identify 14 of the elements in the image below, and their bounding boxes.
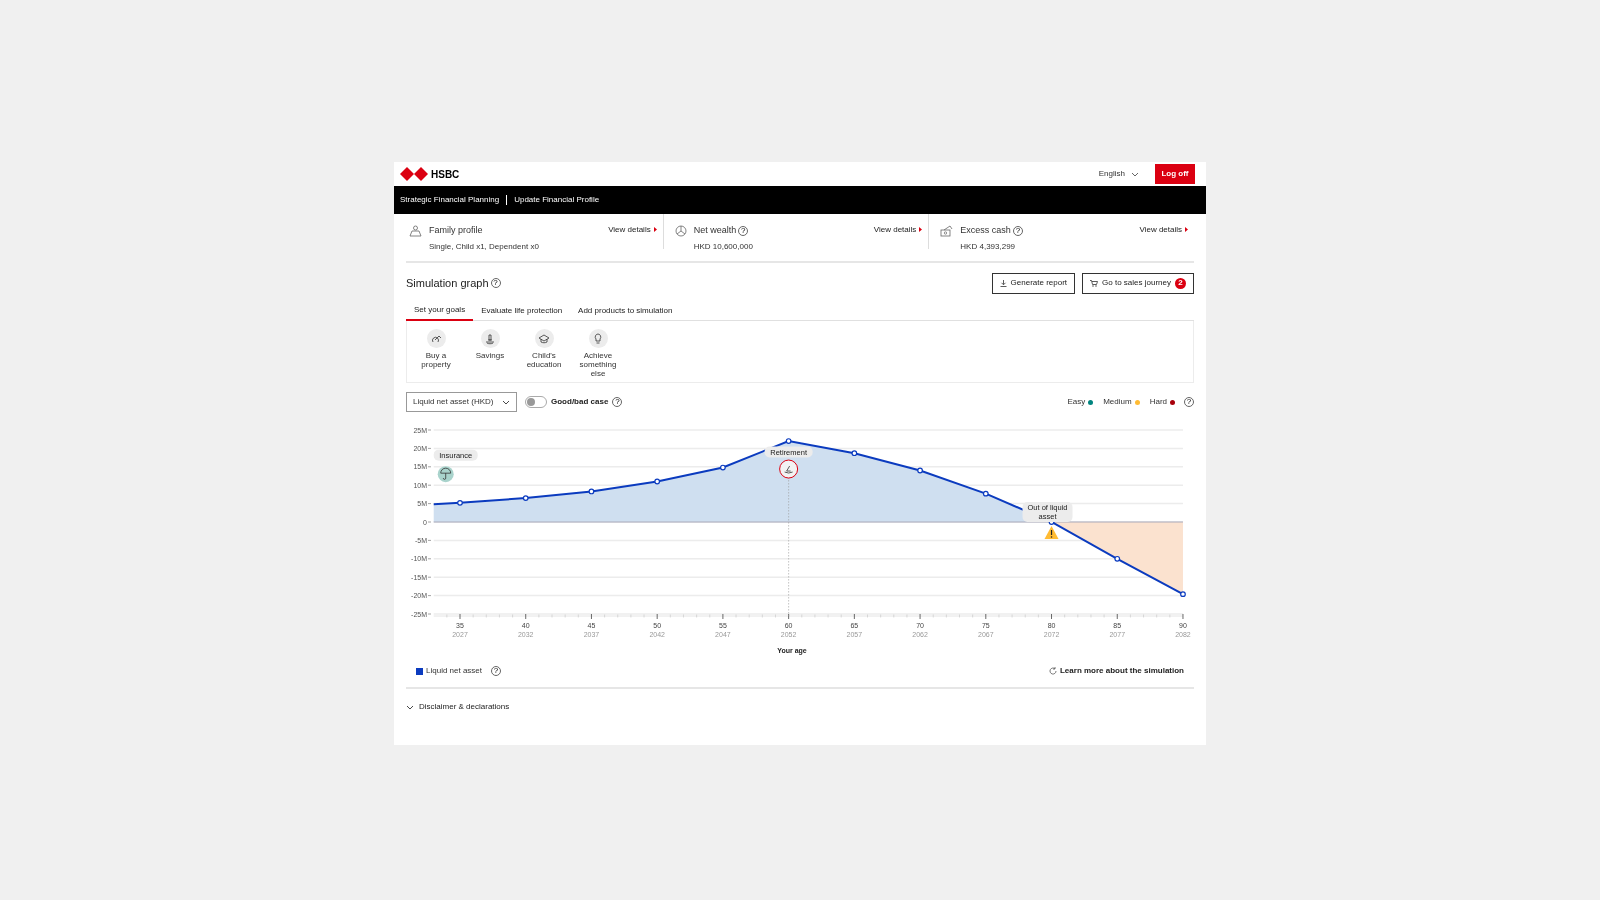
- summary-value: Single, Child x1, Dependent x0: [429, 240, 540, 253]
- summary-title: Family profile: [429, 224, 483, 237]
- brand-name: HSBC: [431, 167, 460, 182]
- difficulty-label: Medium: [1103, 396, 1132, 408]
- summary-value: HKD 10,600,000: [693, 240, 754, 253]
- legend-label: Liquid net asset: [426, 665, 483, 677]
- toggle-label: Good/bad case: [551, 396, 609, 408]
- notification-badge: 2: [1175, 277, 1186, 289]
- summary-value: HKD 4,393,299: [960, 240, 1017, 253]
- section-title: Simulation graph: [406, 275, 489, 291]
- summary-title: Excess cash: [960, 224, 1011, 237]
- difficulty-label: Easy: [1067, 396, 1086, 408]
- summary-title: Net wealth: [693, 224, 737, 237]
- difficulty-label: Hard: [1149, 396, 1167, 408]
